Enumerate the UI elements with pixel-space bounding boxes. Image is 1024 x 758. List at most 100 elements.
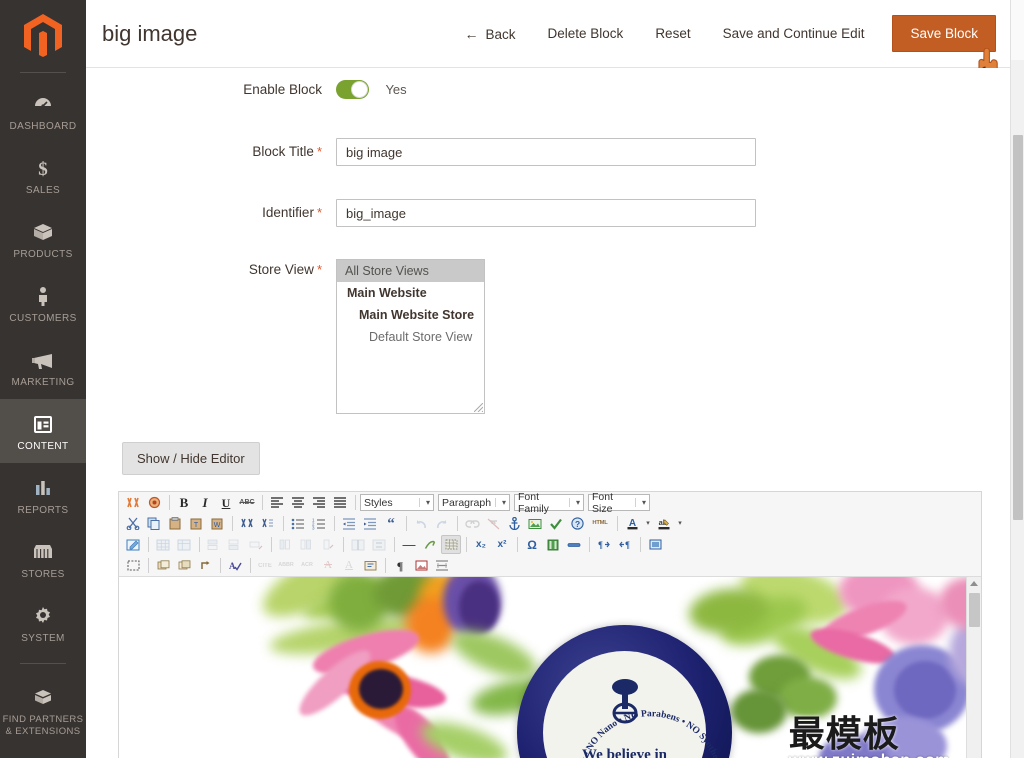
spellcheck-icon[interactable]: A (225, 556, 245, 575)
insert-media-icon[interactable] (543, 535, 563, 554)
editor-scrollbar-thumb[interactable] (969, 593, 980, 627)
store-view-option-default-store-view[interactable]: Default Store View (337, 326, 484, 348)
sidebar-item-sales[interactable]: $ SALES (0, 143, 86, 207)
sidebar-item-reports[interactable]: REPORTS (0, 463, 86, 527)
paste-as-text-icon[interactable]: T (186, 514, 206, 533)
sidebar-item-stores[interactable]: STORES (0, 527, 86, 591)
delete-text-icon[interactable]: A (318, 556, 338, 575)
show-invisible-characters-icon[interactable]: ¶ (390, 556, 410, 575)
show-hide-editor-button[interactable]: Show / Hide Editor (122, 442, 260, 475)
subscript-icon[interactable]: x₂ (471, 535, 491, 554)
font-size-select[interactable]: Font Size▾ (588, 494, 650, 511)
underline-icon[interactable]: U (216, 493, 236, 512)
styles-select[interactable]: Styles▾ (360, 494, 434, 511)
save-block-button[interactable]: Save Block (892, 15, 996, 52)
unlink-icon[interactable] (483, 514, 503, 533)
sidebar-item-marketing[interactable]: MARKETING (0, 335, 86, 399)
undo-icon[interactable] (411, 514, 431, 533)
ltr-direction-icon[interactable]: ¶ (594, 535, 614, 554)
anchor-icon[interactable] (504, 514, 524, 533)
insert-link-icon[interactable] (462, 514, 482, 533)
align-justify-icon[interactable] (330, 493, 350, 512)
numbered-list-icon[interactable]: 123 (309, 514, 329, 533)
remove-formatting-icon[interactable] (420, 535, 440, 554)
save-and-continue-edit-button[interactable]: Save and Continue Edit (707, 18, 881, 49)
move-layer-icon[interactable] (174, 556, 194, 575)
cleanup-code-icon[interactable] (546, 514, 566, 533)
page-break-icon[interactable] (432, 556, 452, 575)
store-view-option-main-website-store[interactable]: Main Website Store (337, 304, 484, 326)
edit-css-style-icon[interactable] (123, 535, 143, 554)
background-color-chevron-down-icon[interactable]: ▾ (675, 514, 685, 533)
rtl-direction-icon[interactable]: ¶ (615, 535, 635, 554)
abbreviation-icon[interactable]: ABBR (276, 556, 296, 575)
delete-column-icon[interactable] (318, 535, 338, 554)
help-icon[interactable]: ? (567, 514, 587, 533)
magento-variable-icon[interactable] (144, 493, 164, 512)
html-source-icon[interactable]: HTML (588, 514, 612, 533)
store-view-option-main-website[interactable]: Main Website (337, 282, 484, 304)
enable-block-toggle[interactable] (336, 80, 369, 99)
insert-date-icon[interactable] (564, 535, 584, 554)
split-cells-icon[interactable] (348, 535, 368, 554)
insert-image-icon[interactable] (525, 514, 545, 533)
sidebar-item-products[interactable]: PRODUCTS (0, 207, 86, 271)
bold-icon[interactable]: B (174, 493, 194, 512)
insert-row-after-icon[interactable] (225, 535, 245, 554)
find-icon[interactable] (237, 514, 257, 533)
insert-column-before-icon[interactable] (276, 535, 296, 554)
text-color-chevron-down-icon[interactable]: ▾ (643, 514, 653, 533)
editor-content-area[interactable]: NO Phthalates • NO Nano • NO Parabens • … (119, 577, 981, 758)
horizontal-rule-icon[interactable]: — (399, 535, 419, 554)
back-button[interactable]: ←Back (449, 18, 532, 50)
broken-image-icon[interactable] (411, 556, 431, 575)
align-right-icon[interactable] (309, 493, 329, 512)
superscript-icon[interactable]: x² (492, 535, 512, 554)
sidebar-item-system[interactable]: SYSTEM (0, 591, 86, 655)
font-family-select[interactable]: Font Family▾ (514, 494, 584, 511)
italic-icon[interactable]: I (195, 493, 215, 512)
sidebar-item-customers[interactable]: CUSTOMERS (0, 271, 86, 335)
magento-widget-icon[interactable] (123, 493, 143, 512)
insert-row-before-icon[interactable] (204, 535, 224, 554)
align-left-icon[interactable] (267, 493, 287, 512)
merge-cells-icon[interactable] (369, 535, 389, 554)
reset-button[interactable]: Reset (639, 18, 706, 49)
background-color-icon[interactable]: ab (654, 514, 674, 533)
bullet-list-icon[interactable] (288, 514, 308, 533)
align-center-icon[interactable] (288, 493, 308, 512)
select-all-icon[interactable] (123, 556, 143, 575)
window-vertical-scrollbar[interactable] (1010, 0, 1024, 758)
store-view-multiselect[interactable]: All Store Views Main Website Main Websit… (336, 259, 485, 414)
outdent-icon[interactable] (339, 514, 359, 533)
table-properties-icon[interactable] (174, 535, 194, 554)
indent-icon[interactable] (360, 514, 380, 533)
sidebar-item-content[interactable]: CONTENT (0, 399, 86, 463)
sidebar-item-dashboard[interactable]: DASHBOARD (0, 79, 86, 143)
citation-icon[interactable]: CITE (255, 556, 275, 575)
insert-table-icon[interactable] (153, 535, 173, 554)
text-color-icon[interactable]: A (622, 514, 642, 533)
attributes-icon[interactable] (360, 556, 380, 575)
cut-icon[interactable] (123, 514, 143, 533)
special-character-icon[interactable]: Ω (522, 535, 542, 554)
copy-icon[interactable] (144, 514, 164, 533)
editor-vertical-scrollbar[interactable] (966, 577, 981, 758)
fullscreen-icon[interactable] (645, 535, 665, 554)
delete-row-icon[interactable] (246, 535, 266, 554)
magento-logo[interactable] (0, 0, 86, 72)
insert-layer-icon[interactable] (153, 556, 173, 575)
block-title-input[interactable] (336, 138, 756, 166)
insert-column-after-icon[interactable] (297, 535, 317, 554)
find-and-replace-icon[interactable] (258, 514, 278, 533)
window-scrollbar-thumb[interactable] (1013, 135, 1023, 520)
delete-block-button[interactable]: Delete Block (532, 18, 640, 49)
sidebar-item-find-partners[interactable]: FIND PARTNERS & EXTENSIONS (0, 672, 86, 747)
paragraph-select[interactable]: Paragraph▾ (438, 494, 510, 511)
paste-icon[interactable] (165, 514, 185, 533)
strikethrough-icon[interactable]: ABC (237, 493, 257, 512)
scroll-up-arrow-icon[interactable] (970, 581, 978, 586)
redo-icon[interactable] (432, 514, 452, 533)
blockquote-icon[interactable]: “ (381, 514, 401, 533)
acronym-icon[interactable]: ACR (297, 556, 317, 575)
